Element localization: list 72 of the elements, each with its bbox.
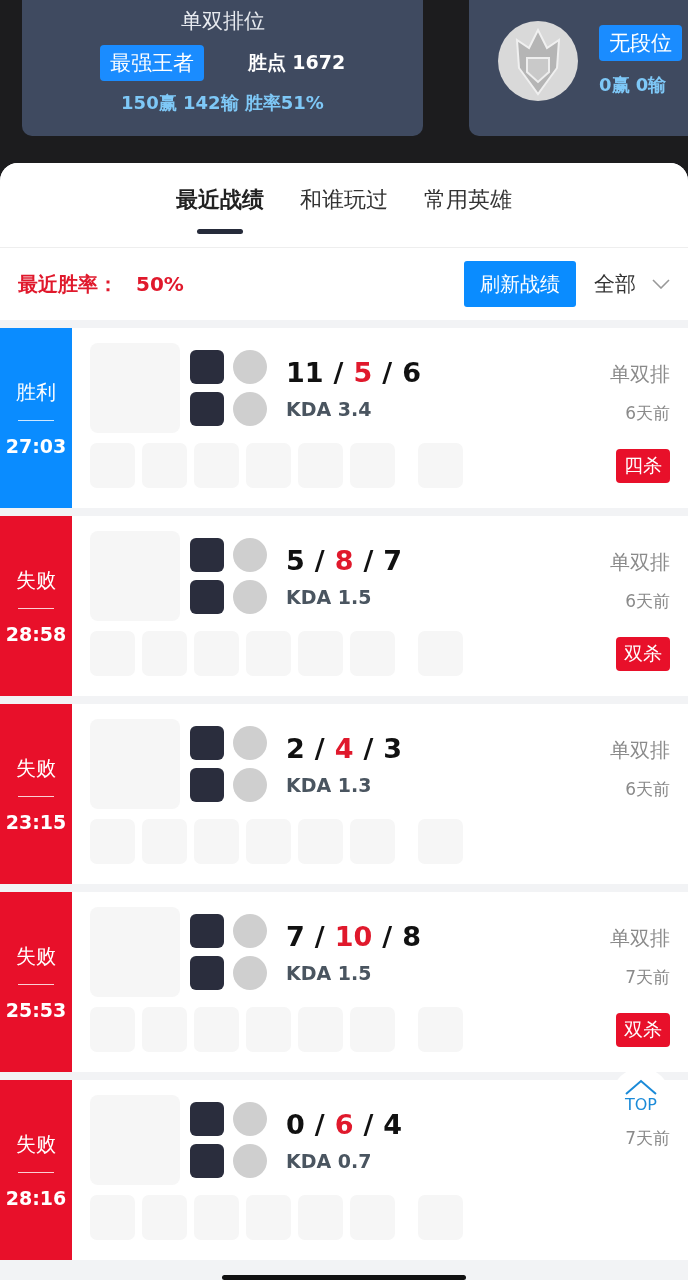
result-text: 失败 <box>16 567 56 594</box>
chevron-down-icon <box>652 279 670 289</box>
rune-icon <box>233 956 267 990</box>
mode-text: 单双排 <box>610 925 670 952</box>
duration-text: 28:58 <box>5 623 67 645</box>
multikill-badge: 四杀 <box>616 448 670 483</box>
chevron-up-icon <box>624 1078 658 1095</box>
shield-emblem-icon <box>495 18 581 104</box>
result-text: 失败 <box>16 1131 56 1158</box>
tab-indicator <box>197 229 243 234</box>
time-ago: 6天前 <box>625 402 670 425</box>
kda-score: 0 / 6 / 4 <box>286 1108 403 1140</box>
points-text: 胜点 1672 <box>247 50 346 75</box>
spell-icon <box>190 350 224 384</box>
spell-icon <box>190 768 224 802</box>
rune-icon <box>233 580 267 614</box>
record-text: 150赢 142输 胜率51% <box>121 91 324 115</box>
spell-icon <box>190 726 224 760</box>
spell-icon <box>190 392 224 426</box>
spell-icon <box>190 1102 224 1136</box>
winrate-label: 最近胜率： <box>18 270 118 298</box>
rune-icon <box>233 1102 267 1136</box>
mode-text: 单双排 <box>610 549 670 576</box>
tier-badge: 无段位 <box>599 25 682 61</box>
spell-icon <box>190 1144 224 1178</box>
spell-icon <box>190 956 224 990</box>
spell-icon <box>190 580 224 614</box>
winrate-value: 50% <box>136 272 184 296</box>
rune-icon <box>233 726 267 760</box>
filter-dropdown[interactable]: 全部 <box>594 270 670 298</box>
kda-score: 5 / 8 / 7 <box>286 544 403 576</box>
result-text: 失败 <box>16 755 56 782</box>
duration-text: 28:16 <box>5 1187 67 1209</box>
kda-ratio: KDA 1.5 <box>286 961 373 984</box>
duration-text: 25:53 <box>5 999 67 1021</box>
time-ago: 7天前 <box>625 966 670 989</box>
rune-icon <box>233 1144 267 1178</box>
kda-ratio: KDA 1.5 <box>286 585 373 608</box>
tab[interactable]: 和谁玩过 <box>300 163 388 247</box>
match-card[interactable]: 失败 23:15 2 / 4 / 3 KDA 1.3 单双排 6天前 <box>0 704 688 884</box>
tier-badge: 最强王者 <box>99 45 204 81</box>
mode-text: 单双排 <box>610 361 670 388</box>
match-card[interactable]: 失败 25:53 7 / 10 / 8 KDA 1.5 单双排 7天前 双杀 <box>0 892 688 1072</box>
multikill-badge: 双杀 <box>616 636 670 671</box>
match-card[interactable]: 胜利 27:03 11 / 5 / 6 KDA 3.4 单双排 6天前 四杀 <box>0 328 688 508</box>
kda-ratio: KDA 0.7 <box>286 1149 373 1172</box>
multikill-badge: 双杀 <box>616 1012 670 1047</box>
tab[interactable]: 最近战绩 <box>176 163 264 247</box>
kda-ratio: KDA 1.3 <box>286 773 373 796</box>
result-text: 胜利 <box>16 379 56 406</box>
result-text: 失败 <box>16 943 56 970</box>
tab[interactable]: 常用英雄 <box>424 163 512 247</box>
rune-icon <box>233 350 267 384</box>
match-card[interactable]: 失败 28:58 5 / 8 / 7 KDA 1.5 单双排 6天前 双杀 <box>0 516 688 696</box>
mode-text: 单双排 <box>610 737 670 764</box>
spell-icon <box>190 914 224 948</box>
card-title: 单双排位 <box>180 8 265 35</box>
kda-score: 7 / 10 / 8 <box>286 920 421 952</box>
time-ago: 6天前 <box>625 778 670 801</box>
rune-icon <box>233 768 267 802</box>
time-ago: 6天前 <box>625 590 670 613</box>
kda-score: 2 / 4 / 3 <box>286 732 403 764</box>
rune-icon <box>233 914 267 948</box>
duration-text: 27:03 <box>5 435 67 457</box>
rune-icon <box>233 538 267 572</box>
record-text: 0赢 0输 <box>599 73 667 97</box>
time-ago: 7天前 <box>625 1127 670 1150</box>
spell-icon <box>190 538 224 572</box>
duration-text: 23:15 <box>5 811 67 833</box>
rune-icon <box>233 392 267 426</box>
kda-ratio: KDA 3.4 <box>286 397 373 420</box>
kda-score: 11 / 5 / 6 <box>286 356 421 388</box>
